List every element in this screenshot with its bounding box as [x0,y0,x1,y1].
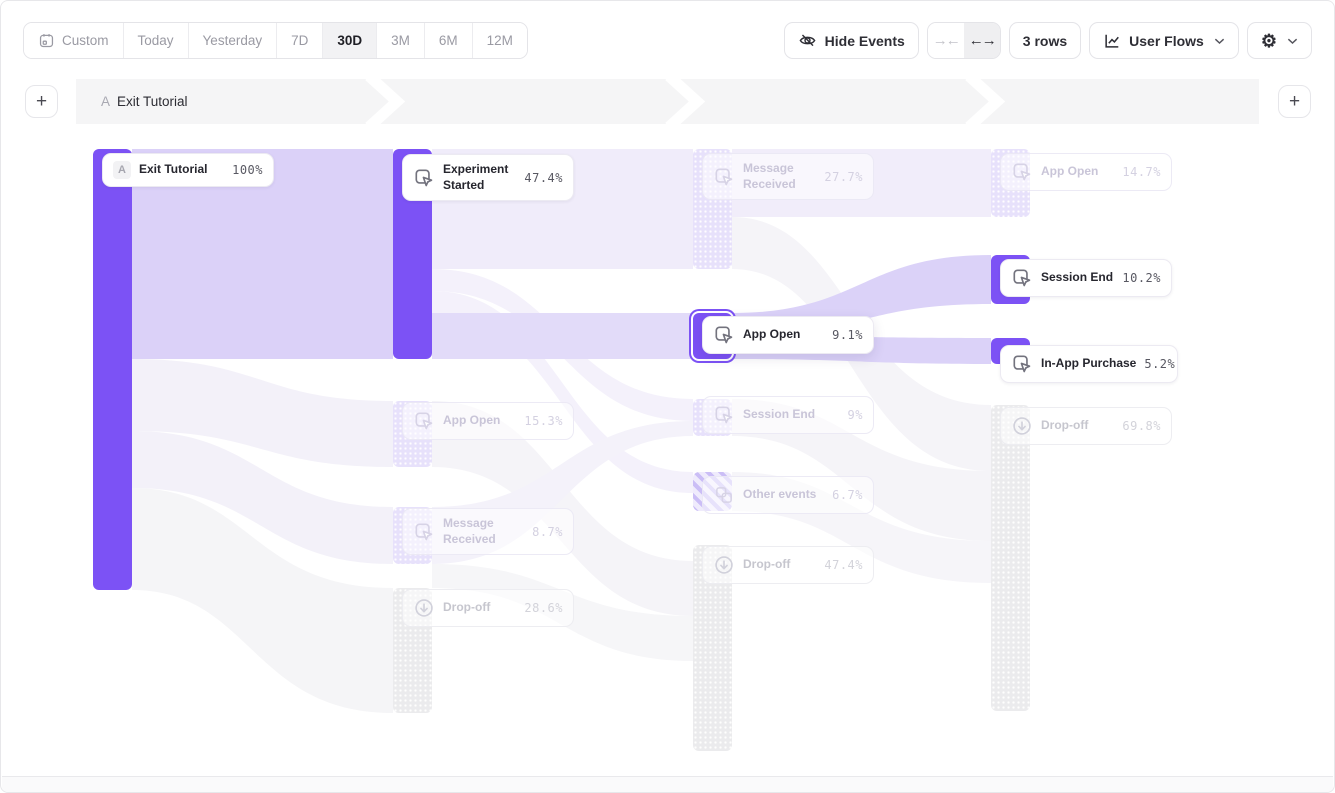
node-percent: 10.2% [1122,271,1161,285]
node-label: Exit Tutorial [139,162,224,178]
node-label: Message Received [443,516,524,547]
flow-node-experiment-started[interactable]: Experiment Started 47.4% [402,154,574,201]
user-flows-app: Custom Today Yesterday 7D 30D 3M 6M 12M … [0,0,1335,793]
event-click-icon [713,166,735,188]
node-label: Other events [743,487,824,503]
flow-node-dropoff-3[interactable]: Drop-off 47.4% [702,546,874,584]
node-percent: 69.8% [1122,419,1161,433]
event-click-icon [1011,267,1033,289]
node-percent: 14.7% [1122,165,1161,179]
node-percent: 100% [232,163,263,177]
node-label: Drop-off [1041,418,1114,434]
ribbon [432,313,693,359]
event-click-icon [413,521,435,543]
arrow-down-circle-icon [413,597,435,619]
flow-node-in-app-purchase-4[interactable]: In-App Purchase 5.2% [1000,345,1178,383]
event-click-icon [1011,353,1033,375]
node-percent: 9% [848,408,863,422]
node-percent: 47.4% [524,171,563,185]
node-label: App Open [1041,164,1114,180]
node-label: In-App Purchase [1041,356,1136,372]
sankey-bar-dropoff-4[interactable] [991,405,1030,711]
flow-node-exit-tutorial[interactable]: A Exit Tutorial 100% [102,153,274,187]
node-percent: 8.7% [532,525,563,539]
flow-node-app-open-3-selected[interactable]: App Open 9.1% [702,316,874,354]
node-percent: 5.2% [1144,357,1175,371]
event-click-icon [413,167,435,189]
flow-node-message-received-3[interactable]: Message Received 27.7% [702,153,874,200]
flow-node-session-end-3[interactable]: Session End 9% [702,396,874,434]
node-percent: 27.7% [824,170,863,184]
arrow-down-circle-icon [713,554,735,576]
node-percent: 6.7% [832,488,863,502]
flow-ribbons [1,1,1335,793]
layers-grid-icon [713,484,735,506]
flow-node-message-received-2[interactable]: Message Received 8.7% [402,508,574,555]
node-label: Session End [743,407,840,423]
event-click-icon [713,404,735,426]
node-label: Experiment Started [443,162,516,193]
node-percent: 28.6% [524,601,563,615]
event-click-icon [1011,161,1033,183]
flow-node-dropoff-2[interactable]: Drop-off 28.6% [402,589,574,627]
node-label: App Open [443,413,516,429]
node-label: Drop-off [743,557,816,573]
step-a-badge: A [113,161,131,179]
flow-node-session-end-4[interactable]: Session End 10.2% [1000,259,1172,297]
event-click-icon [413,410,435,432]
flow-node-app-open-2[interactable]: App Open 15.3% [402,402,574,440]
flow-node-dropoff-4[interactable]: Drop-off 69.8% [1000,407,1172,445]
node-percent: 15.3% [524,414,563,428]
node-percent: 9.1% [832,328,863,342]
flow-node-other-events-3[interactable]: Other events 6.7% [702,476,874,514]
arrow-down-circle-icon [1011,415,1033,437]
event-click-icon [713,324,735,346]
node-label: App Open [743,327,824,343]
flow-node-app-open-4[interactable]: App Open 14.7% [1000,153,1172,191]
node-percent: 47.4% [824,558,863,572]
node-label: Message Received [743,161,816,192]
node-label: Session End [1041,270,1114,286]
sankey-bar-exit-tutorial[interactable] [93,149,132,590]
node-label: Drop-off [443,600,516,616]
